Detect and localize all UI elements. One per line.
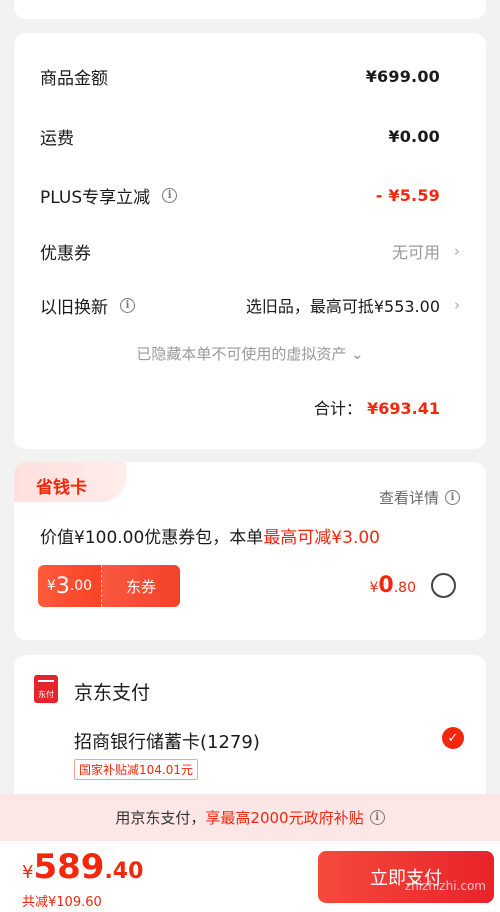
final-price-int: 589 bbox=[33, 847, 105, 887]
info-icon[interactable]: i bbox=[162, 187, 178, 203]
banner-prefix: 用京东支付， bbox=[115, 809, 206, 827]
info-icon[interactable]: i bbox=[120, 297, 135, 313]
hidden-assets-toggle[interactable]: 已隐藏本单不可使用的虚拟资产 ⌄ bbox=[14, 343, 486, 364]
coupon-value: 无可用 bbox=[391, 243, 440, 262]
view-details-link[interactable]: 查看详情 i bbox=[379, 487, 460, 508]
saving-card-price: ¥0.80 bbox=[370, 573, 417, 598]
bank-card-option[interactable]: 招商银行储蓄卡(1279) bbox=[74, 728, 260, 754]
jd-pay-icon-text: 东付 bbox=[38, 690, 54, 699]
coupon-tag: 东券 bbox=[102, 565, 180, 607]
info-icon: i bbox=[445, 490, 460, 505]
trade-in-value: 选旧品，最高可抵¥553.00 bbox=[245, 297, 440, 316]
plus-discount-row: PLUS专享立减 i - ¥5.59 bbox=[40, 180, 440, 210]
total-reduction: 共减¥109.60 bbox=[22, 895, 102, 910]
plus-discount-label: PLUS专享立减 bbox=[40, 187, 151, 208]
info-icon: i bbox=[369, 810, 385, 825]
previous-card bbox=[14, 0, 486, 19]
payment-card: 东付 京东支付 招商银行储蓄卡(1279) ✓ 国家补贴减104.01元 bbox=[14, 655, 486, 815]
shipping-value: ¥0.00 bbox=[388, 126, 440, 146]
coupon-dec: .00 bbox=[69, 578, 93, 594]
total-value: ¥693.41 bbox=[367, 399, 440, 418]
saving-card-radio[interactable] bbox=[431, 573, 456, 598]
pay-now-button[interactable]: 立即支付 zhizhizhi.com bbox=[318, 851, 494, 903]
final-price-dec: .40 bbox=[104, 859, 144, 884]
saving-desc-highlight: 最高可减¥3.00 bbox=[263, 528, 380, 548]
saving-desc-prefix: 价值¥100.00优惠券包，本单 bbox=[40, 528, 264, 548]
coupon-row[interactable]: 优惠券 无可用 › bbox=[40, 236, 460, 266]
coupon-int: 3 bbox=[55, 573, 70, 599]
price-dec: .80 bbox=[393, 580, 416, 596]
goods-amount-value: ¥699.00 bbox=[365, 66, 440, 86]
total-label: 合计： bbox=[314, 399, 363, 418]
coupon-currency: ¥ bbox=[46, 578, 56, 594]
shipping-row: 运费 ¥0.00 bbox=[40, 121, 440, 151]
chevron-down-icon: ⌄ bbox=[351, 345, 364, 363]
final-price: ¥589.40 bbox=[22, 847, 143, 887]
checkmark-icon[interactable]: ✓ bbox=[442, 727, 464, 749]
price-int: 0 bbox=[378, 573, 394, 598]
coupon-ticket: ¥3.00 东券 bbox=[38, 565, 180, 607]
coupon-label: 优惠券 bbox=[40, 243, 91, 264]
coupon-amount: ¥3.00 bbox=[38, 565, 102, 607]
checkout-bar: ¥589.40 共减¥109.60 立即支付 zhizhizhi.com bbox=[0, 841, 500, 912]
subsidy-banner[interactable]: 用京东支付， 享最高2000元政府补贴 i bbox=[0, 794, 500, 841]
saving-card: 省钱卡 查看详情 i 价值¥100.00优惠券包，本单最高可减¥3.00 ¥3.… bbox=[14, 462, 486, 640]
hidden-assets-text: 已隐藏本单不可使用的虚拟资产 bbox=[136, 345, 347, 363]
view-details-label: 查看详情 bbox=[378, 489, 439, 507]
jd-pay-icon: 东付 bbox=[34, 675, 58, 703]
saving-card-tab: 省钱卡 bbox=[14, 462, 126, 502]
trade-in-row[interactable]: 以旧换新 i 选旧品，最高可抵¥553.00 › bbox=[40, 290, 460, 320]
shipping-label: 运费 bbox=[40, 128, 74, 149]
total-line: 合计： ¥693.41 bbox=[314, 395, 440, 419]
payment-title: 京东支付 bbox=[74, 682, 151, 704]
subsidy-tag: 国家补贴减104.01元 bbox=[74, 759, 198, 780]
saving-card-description: 价值¥100.00优惠券包，本单最高可减¥3.00 bbox=[40, 523, 380, 548]
chevron-right-icon: › bbox=[454, 242, 460, 260]
watermark: zhizhizhi.com bbox=[404, 879, 486, 893]
trade-in-label: 以旧换新 bbox=[40, 297, 108, 318]
order-summary-card: 商品金额 ¥699.00 运费 ¥0.00 PLUS专享立减 i - ¥5.59… bbox=[14, 33, 486, 449]
banner-highlight: 享最高2000元政府补贴 bbox=[205, 809, 364, 827]
goods-amount-label: 商品金额 bbox=[40, 68, 108, 89]
goods-amount-row: 商品金额 ¥699.00 bbox=[40, 61, 440, 91]
chevron-right-icon: › bbox=[454, 296, 460, 314]
final-currency: ¥ bbox=[22, 862, 34, 883]
plus-discount-value: - ¥5.59 bbox=[375, 185, 440, 205]
